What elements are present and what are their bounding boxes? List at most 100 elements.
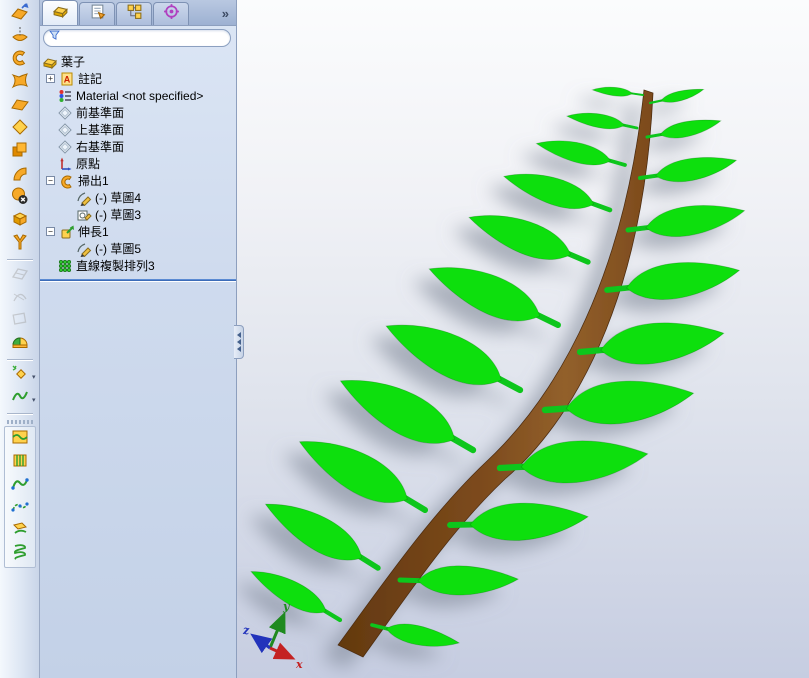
offset-surface-button[interactable] <box>5 141 35 164</box>
split-line-icon <box>10 427 30 452</box>
tree-item-label: 伸長1 <box>78 225 109 239</box>
ruled-surface-button[interactable] <box>5 164 35 187</box>
rollback-bar[interactable] <box>40 279 236 282</box>
leaf[interactable] <box>591 84 644 100</box>
leaf-blade <box>428 267 541 322</box>
leaf-blade <box>565 112 625 130</box>
revolved-surface-button[interactable] <box>5 26 35 49</box>
graphics-viewport[interactable]: y x z <box>237 0 809 678</box>
collapse-box[interactable]: − <box>46 176 55 185</box>
filter-bar <box>40 26 236 49</box>
tab-configurationmanager[interactable] <box>116 2 152 25</box>
plane-icon <box>57 139 73 155</box>
tab-propertymanager[interactable] <box>79 2 115 25</box>
triad-y-label: y <box>282 600 291 613</box>
dropdown-arrow-icon[interactable]: ▾ <box>32 373 36 381</box>
tree-item-sketch-profile[interactable]: (-) 草圖3 <box>40 206 236 223</box>
composite-curve-button[interactable] <box>5 474 35 497</box>
leaf[interactable] <box>500 161 614 224</box>
orientation-triad: y x z <box>242 600 303 671</box>
tree-item-origin[interactable]: 原點 <box>40 155 236 172</box>
helix-spiral-icon <box>10 542 30 567</box>
spline-flyout-button[interactable]: ▾ <box>5 386 36 411</box>
toolbar-drag-handle[interactable] <box>6 420 33 424</box>
tree-item-part[interactable]: 葉子 <box>40 53 236 70</box>
spline-flyout-icon <box>10 386 30 411</box>
tree-item-linear-pattern[interactable]: 直線複製排列3 <box>40 257 236 274</box>
leaf[interactable] <box>565 107 639 135</box>
sketch-icon <box>76 241 92 257</box>
curve-through-points-button[interactable] <box>5 497 35 520</box>
knit-surface-button <box>5 264 35 287</box>
offset-surface-icon <box>10 140 30 165</box>
leaf-blade <box>264 503 363 561</box>
manager-tab-strip: » <box>40 0 236 26</box>
plant-group[interactable] <box>247 84 747 658</box>
leaf[interactable] <box>423 248 566 344</box>
leaf[interactable] <box>534 131 627 175</box>
tree-item-label: Material <not specified> <box>76 88 204 103</box>
instant3d-button[interactable]: ▾ <box>5 363 36 388</box>
knit-surface-icon <box>10 263 30 288</box>
tree-item-sketch[interactable]: (-) 草圖5 <box>40 240 236 257</box>
planar-surface-icon <box>10 117 30 142</box>
tree-item-plane[interactable]: 上基準面 <box>40 121 236 138</box>
replace-face-button[interactable] <box>5 210 35 233</box>
tree-item-extrude-feature[interactable]: − 伸長1 <box>40 223 236 240</box>
swept-surface-icon <box>10 48 30 73</box>
curve-ref-points-button[interactable] <box>5 520 35 543</box>
panel-collapse-tab[interactable] <box>234 325 244 359</box>
toolbar-divider <box>6 259 33 261</box>
planar-surface-button[interactable] <box>5 118 35 141</box>
tree-item-plane[interactable]: 右基準面 <box>40 138 236 155</box>
tree-item-material[interactable]: Material <not specified> <box>40 87 236 104</box>
dropdown-arrow-icon[interactable]: ▾ <box>32 396 36 404</box>
tree-item-sketch[interactable]: (-) 草圖4 <box>40 189 236 206</box>
toolbar-overflow-chevron[interactable]: » <box>222 6 232 25</box>
delete-face-button[interactable] <box>5 187 35 210</box>
lofted-surface-button[interactable] <box>5 72 35 95</box>
leaf[interactable] <box>648 86 705 107</box>
leaf[interactable] <box>637 152 738 187</box>
split-line-button[interactable] <box>5 428 35 451</box>
leaf[interactable] <box>645 116 723 144</box>
instant3d-icon <box>10 363 30 388</box>
leaf-branch-model[interactable] <box>237 0 808 678</box>
helix-spiral-button[interactable] <box>5 543 35 566</box>
leaf-blade <box>645 205 746 238</box>
tree-item-label: 上基準面 <box>76 123 125 137</box>
plane-icon <box>57 122 73 138</box>
triad-x-label: x <box>295 658 303 671</box>
expand-box[interactable]: + <box>46 74 55 83</box>
swept-surface-button[interactable] <box>5 49 35 72</box>
freeform-icon <box>10 232 30 257</box>
tree-item-label: 註記 <box>78 72 103 86</box>
linear-pattern-icon <box>57 258 73 274</box>
sweep-feature-icon <box>59 173 75 189</box>
tab-dimxpertmanager[interactable] <box>153 2 189 25</box>
freeform-button[interactable] <box>5 233 35 256</box>
extruded-surface-icon <box>10 2 30 27</box>
boundary-surface-button[interactable] <box>5 95 35 118</box>
tree-item-label: 前基準面 <box>76 106 125 120</box>
filter-input[interactable] <box>43 29 231 47</box>
dome-button[interactable] <box>5 333 35 356</box>
extruded-surface-button[interactable] <box>5 3 35 26</box>
trim-surface-icon <box>10 286 30 311</box>
tab-featuremanager[interactable] <box>42 0 78 25</box>
collapse-box[interactable]: − <box>46 227 55 236</box>
tree-item-sweep-feature[interactable]: − 掃出1 <box>40 172 236 189</box>
leaf-blade <box>417 565 519 596</box>
curve-ref-points-icon <box>10 519 30 544</box>
feature-tree: 葉子 + A 註記 Material <not specified> 前基準面上基準面 右基… <box>40 49 236 274</box>
part-icon <box>42 54 58 70</box>
triad-y-axis <box>268 611 286 649</box>
leaf[interactable] <box>259 487 386 584</box>
tree-item-annotations[interactable]: + A 註記 <box>40 70 236 87</box>
leaf-blade <box>502 173 595 209</box>
solidworks-window: ▾ ▾ » 葉子 + A 註記 Material <not specified> 前基準面上… <box>0 0 809 678</box>
project-curve-button[interactable] <box>5 451 35 474</box>
leaf[interactable] <box>625 200 747 243</box>
tree-item-plane[interactable]: 前基準面 <box>40 104 236 121</box>
leaf[interactable] <box>464 199 594 279</box>
